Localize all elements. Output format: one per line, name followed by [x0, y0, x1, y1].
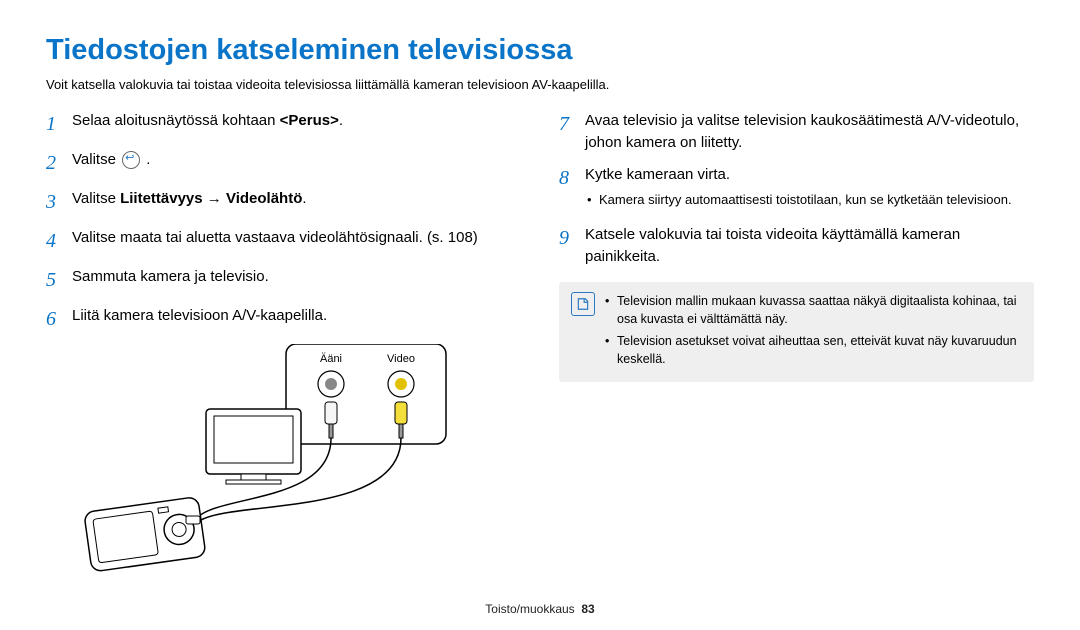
step-8: 8Kytke kameraan virta.Kamera siirtyy aut…	[559, 164, 1034, 215]
step-body: Liitä kamera televisioon A/V-kaapelilla.	[72, 305, 521, 327]
step-number: 4	[46, 227, 72, 256]
step-1: 1Selaa aloitusnäytössä kohtaan <Perus>.	[46, 110, 521, 139]
step-body: Avaa televisio ja valitse television kau…	[585, 110, 1034, 154]
sub-step: Kamera siirtyy automaattisesti toistotil…	[585, 191, 1034, 210]
video-label: Video	[387, 353, 415, 365]
right-column: 7Avaa televisio ja valitse television ka…	[559, 110, 1034, 579]
step-2: 2Valitse .	[46, 149, 521, 178]
note-item: Television asetukset voivat aiheuttaa se…	[605, 332, 1022, 368]
camera-icon	[84, 497, 206, 572]
step-9: 9Katsele valokuvia tai toista videoita k…	[559, 224, 1034, 268]
step-7: 7Avaa televisio ja valitse television ka…	[559, 110, 1034, 154]
intro-text: Voit katsella valokuvia tai toistaa vide…	[46, 77, 1034, 92]
note-item: Television mallin mukaan kuvassa saattaa…	[605, 292, 1022, 328]
step-4: 4Valitse maata tai aluetta vastaava vide…	[46, 227, 521, 256]
page-footer: Toisto/muokkaus 83	[0, 602, 1080, 616]
step-body: Valitse .	[72, 149, 521, 171]
step-5: 5Sammuta kamera ja televisio.	[46, 266, 521, 295]
step-body: Sammuta kamera ja televisio.	[72, 266, 521, 288]
step-body: Selaa aloitusnäytössä kohtaan <Perus>.	[72, 110, 521, 132]
step-3: 3Valitse Liitettävyys → Videolähtö.	[46, 188, 521, 217]
step-body: Kytke kameraan virta.Kamera siirtyy auto…	[585, 164, 1034, 215]
page-title: Tiedostojen katseleminen televisiossa	[46, 34, 1034, 67]
step-number: 8	[559, 164, 585, 193]
tv-icon	[206, 409, 301, 484]
step-number: 5	[46, 266, 72, 295]
step-body: Valitse Liitettävyys → Videolähtö.	[72, 188, 521, 210]
note-icon	[571, 292, 595, 316]
step-number: 7	[559, 110, 585, 139]
step-number: 9	[559, 224, 585, 253]
step-number: 6	[46, 305, 72, 334]
step-number: 3	[46, 188, 72, 217]
step-number: 2	[46, 149, 72, 178]
step-body: Katsele valokuvia tai toista videoita kä…	[585, 224, 1034, 268]
left-column: 1Selaa aloitusnäytössä kohtaan <Perus>.2…	[46, 110, 521, 579]
step-6: 6Liitä kamera televisioon A/V-kaapelilla…	[46, 305, 521, 334]
connection-diagram: Ääni Video	[76, 344, 521, 579]
audio-label: Ääni	[320, 353, 342, 365]
step-body: Valitse maata tai aluetta vastaava video…	[72, 227, 521, 249]
step-number: 1	[46, 110, 72, 139]
note-box: Television mallin mukaan kuvassa saattaa…	[559, 282, 1034, 383]
